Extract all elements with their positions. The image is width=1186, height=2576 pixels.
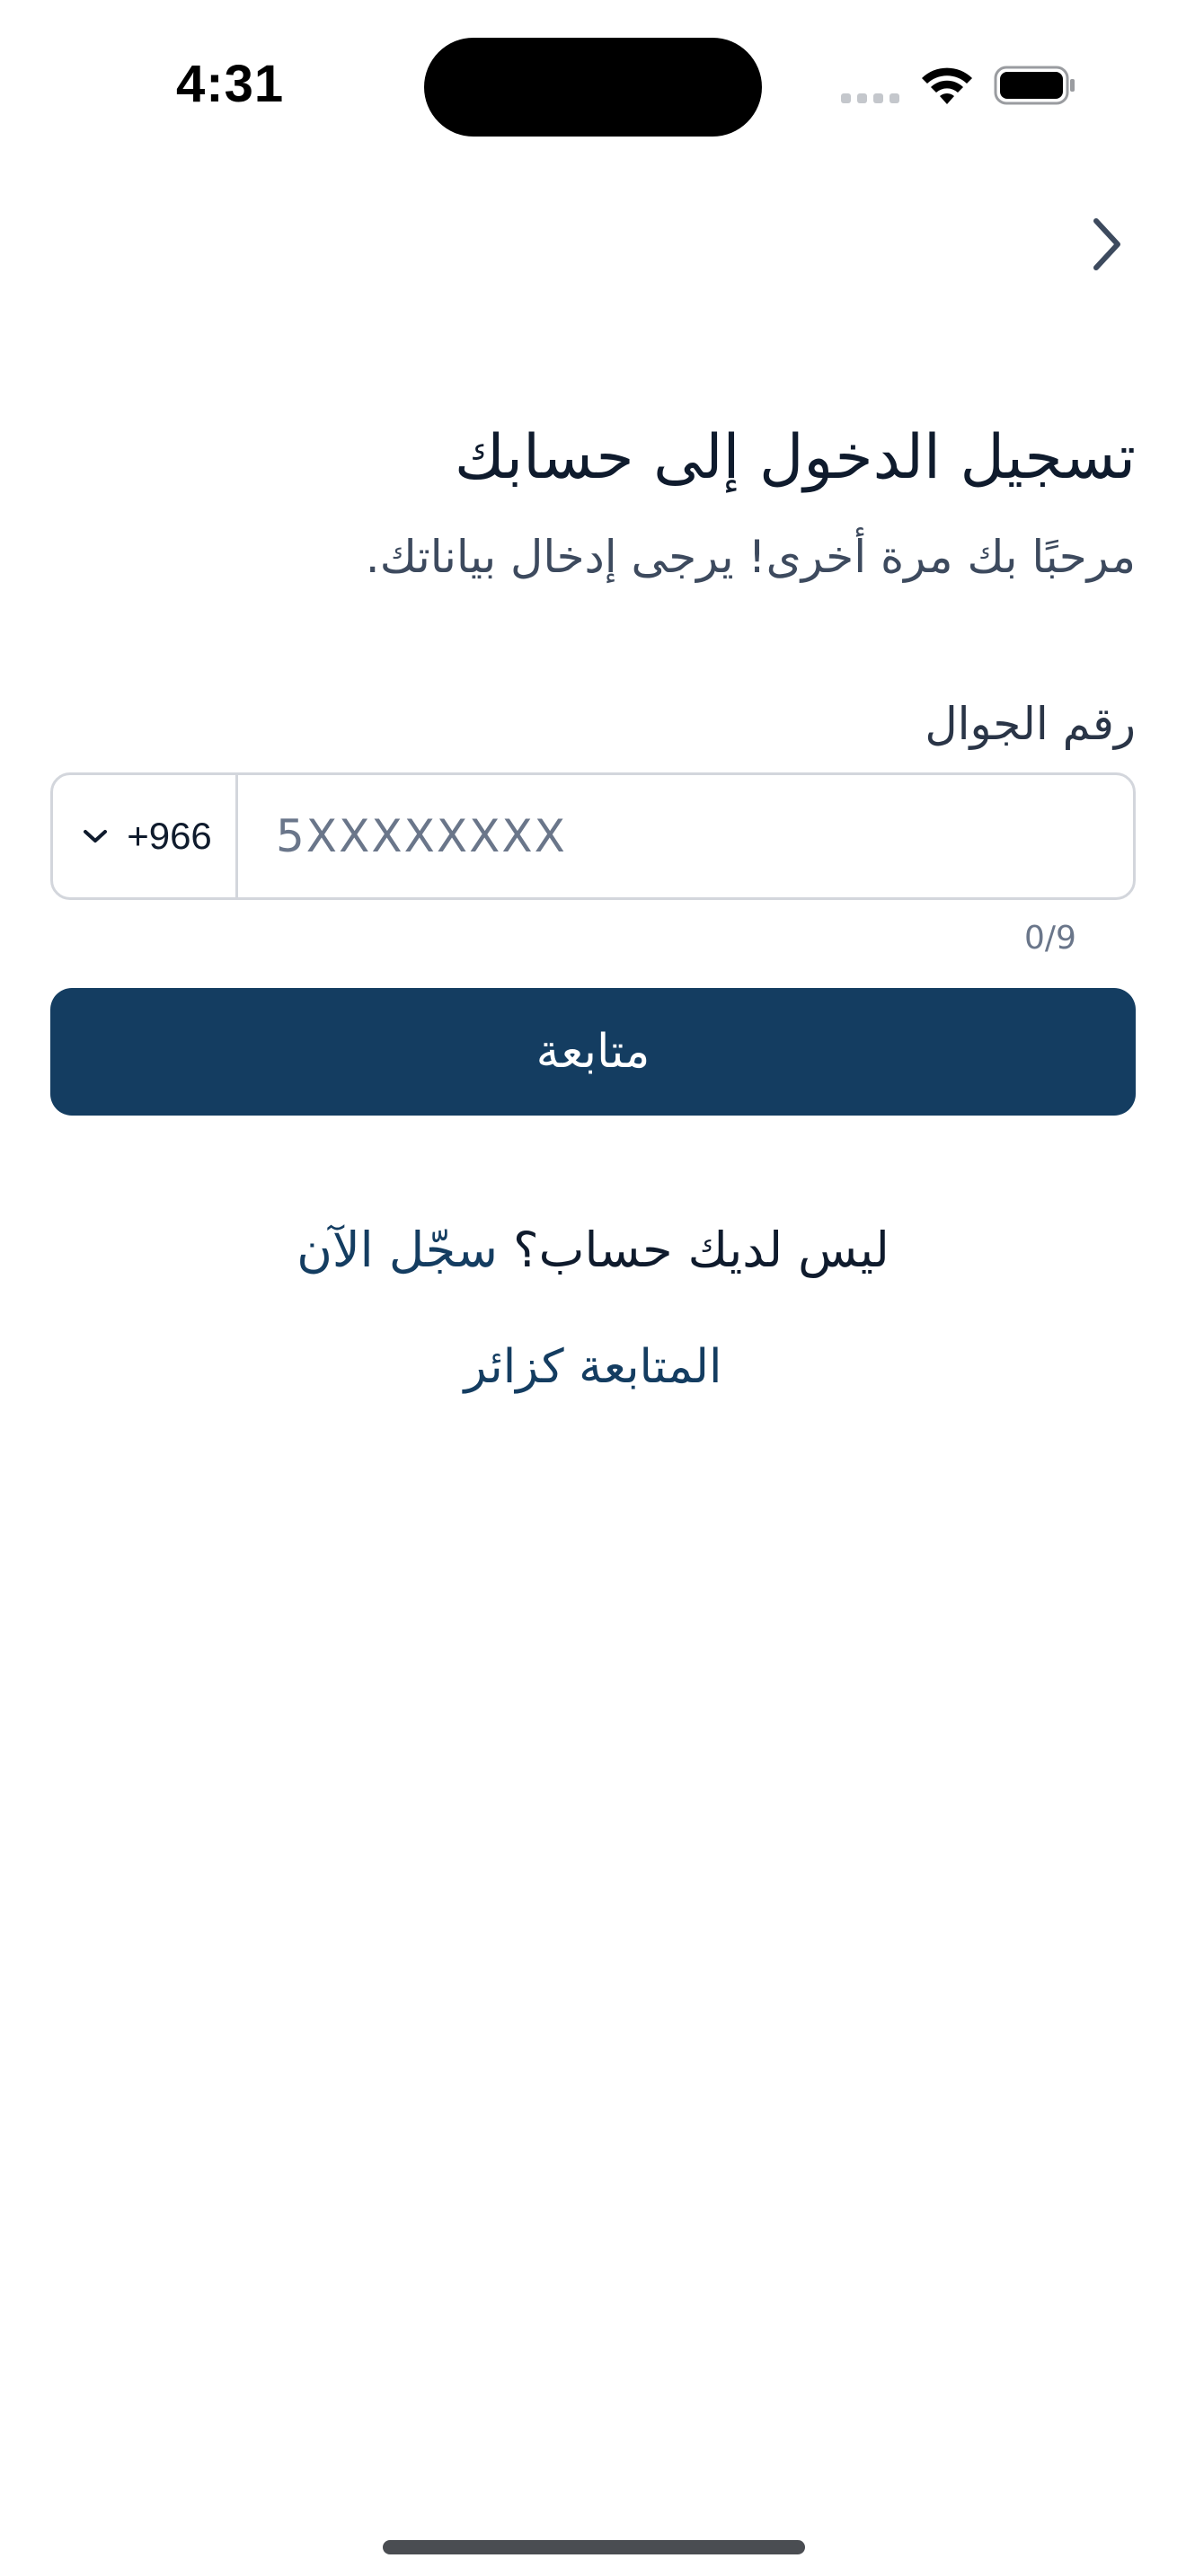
phone-label: رقم الجوال [925,698,1136,750]
home-indicator [383,2540,805,2554]
wifi-icon [922,67,972,104]
register-link[interactable]: سجّل الآن [296,1222,498,1278]
back-button[interactable] [1078,208,1136,280]
cellular-signal-icon [841,93,899,103]
continue-button[interactable]: متابعة [50,988,1136,1116]
no-account-text: ليس لديك حساب؟ [513,1222,890,1278]
battery-icon [994,66,1075,105]
page-subtitle: مرحبًا بك مرة أخرى! يرجى إدخال بياناتك. [365,531,1136,583]
status-time: 4:31 [176,55,285,113]
dynamic-island [424,38,762,137]
country-code-select[interactable]: +966 [53,775,238,897]
login-screen: 4:31 تسجيل الدخول إلى حسابك مرحبًا بك مر… [0,0,1186,2576]
country-code: +966 [127,815,212,857]
chevron-down-icon [84,830,108,842]
register-prompt: ليس لديك حساب؟ سجّل الآن [0,1214,1186,1286]
phone-input[interactable] [238,775,1133,897]
phone-field: +966 [50,772,1136,900]
page-title: تسجيل الدخول إلى حسابك [454,422,1136,493]
status-bar: 4:31 [0,0,1186,171]
chevron-right-icon [1093,218,1120,270]
char-counter: 0/9 [1024,920,1076,957]
continue-as-guest-link[interactable]: المتابعة كزائر [0,1331,1186,1403]
